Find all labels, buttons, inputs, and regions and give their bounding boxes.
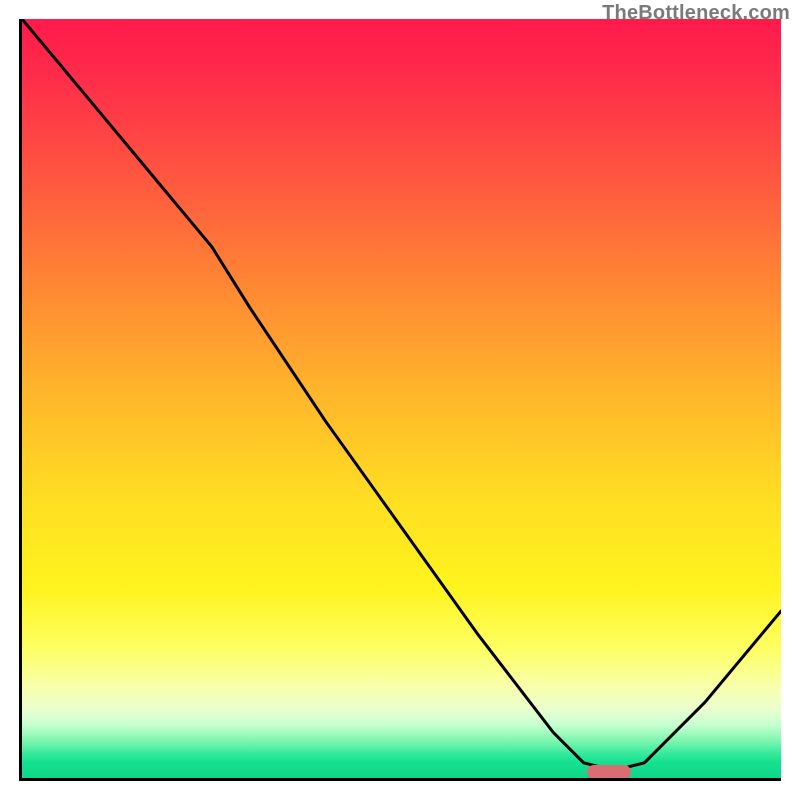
plot-area [19,19,781,781]
optimal-marker [587,765,631,779]
watermark-text: TheBottleneck.com [602,2,790,25]
chart-root: TheBottleneck.com [0,0,800,800]
bottleneck-curve [22,19,781,770]
curve-svg [22,19,781,778]
